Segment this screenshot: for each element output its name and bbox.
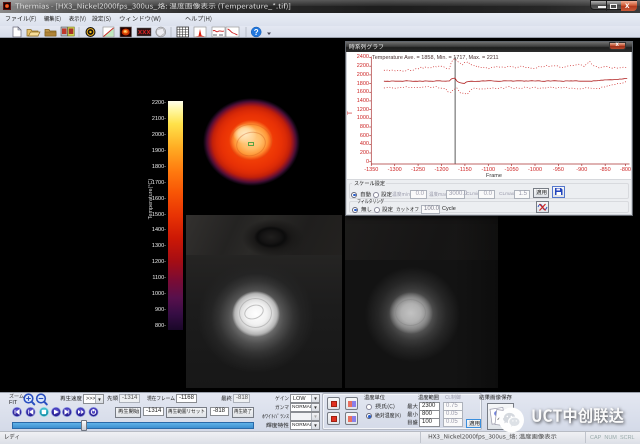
svg-text:?: ? bbox=[254, 28, 259, 37]
